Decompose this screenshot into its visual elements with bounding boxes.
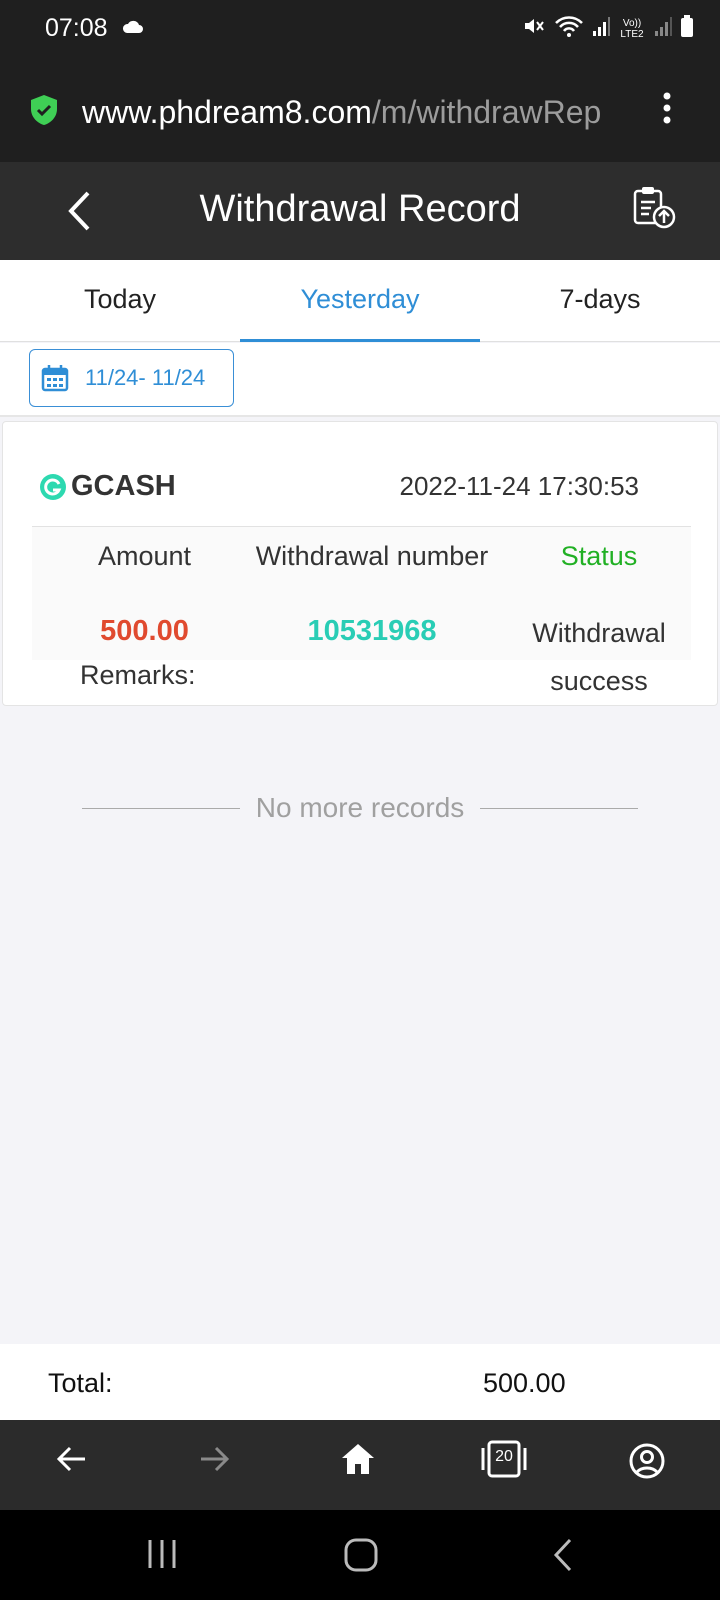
page-title: Withdrawal Record	[199, 188, 521, 230]
tab-yesterday[interactable]: Yesterday	[240, 260, 480, 342]
browser-url-bar: www.phdream8.com/m/withdrawRep	[0, 58, 720, 162]
shield-check-icon	[30, 94, 58, 131]
system-nav-bar	[0, 1510, 720, 1600]
home-button-icon[interactable]	[344, 1538, 378, 1577]
divider-right	[480, 807, 639, 809]
payment-method: GCASH	[39, 470, 176, 503]
tab-count: 20	[495, 1448, 513, 1465]
network-type-label: Vo)) LTE2	[620, 17, 644, 40]
payment-method-name: GCASH	[71, 470, 176, 502]
status-value-line2: success	[550, 666, 648, 696]
back-button-icon[interactable]	[552, 1538, 576, 1577]
calendar-icon	[41, 365, 69, 392]
tabs-icon[interactable]: 20	[481, 1440, 527, 1483]
tab-7-days[interactable]: 7-days	[480, 260, 720, 341]
status-time: 07:08	[45, 14, 108, 42]
status-value: Withdrawal success	[507, 609, 691, 705]
clipboard-upload-icon[interactable]	[632, 186, 678, 235]
status-bar: 07:08 Vo)) LTE2	[0, 0, 720, 58]
status-header: Status	[560, 541, 638, 571]
browser-menu-icon[interactable]	[662, 92, 672, 129]
date-filter-row: 11/24- 11/24	[0, 343, 720, 417]
date-range-text: 11/24- 11/24	[85, 365, 206, 390]
wifi-icon	[554, 14, 584, 43]
recent-apps-icon[interactable]	[146, 1538, 178, 1575]
signal-icon	[592, 15, 610, 42]
status-value-line1: Withdrawal	[532, 618, 666, 648]
remarks-label: Remarks:	[80, 660, 196, 690]
withdrawal-number-value: 10531968	[307, 615, 437, 647]
tab-today[interactable]: Today	[0, 260, 240, 341]
battery-icon	[680, 14, 694, 43]
record-datetime: 2022-11-24 17:30:53	[399, 471, 640, 501]
divider-left	[82, 807, 240, 809]
gcash-icon	[40, 473, 66, 500]
date-range-button[interactable]: 11/24- 11/24	[29, 349, 234, 407]
mute-icon	[522, 14, 546, 43]
url-field[interactable]: www.phdream8.com/m/withdrawRep	[82, 94, 637, 131]
account-icon[interactable]	[628, 1442, 666, 1485]
total-value: 500.00	[483, 1368, 566, 1398]
forward-icon[interactable]	[197, 1442, 231, 1481]
page-header: Withdrawal Record	[0, 162, 720, 260]
amount-header: Amount	[97, 541, 192, 571]
url-host: www.phdream8.com	[82, 94, 372, 130]
no-more-records-text: No more records	[255, 792, 465, 823]
back-icon[interactable]	[55, 1442, 89, 1481]
home-icon[interactable]	[340, 1442, 376, 1481]
period-tabs: Today Yesterday 7-days	[0, 260, 720, 342]
browser-nav-bar: 20	[0, 1420, 720, 1510]
record-details: Amount Withdrawal number Status 500.00 1…	[32, 526, 691, 696]
total-bar: Total: 500.00	[0, 1344, 720, 1420]
amount-value: 500.00	[100, 615, 189, 647]
cloud-icon	[122, 18, 144, 39]
no-more-records: No more records	[82, 790, 639, 826]
withdrawal-number-header: Withdrawal number	[255, 541, 489, 571]
total-label: Total:	[48, 1368, 113, 1398]
url-path: /m/withdrawRep	[371, 94, 602, 130]
withdrawal-record-card[interactable]: GCASH 2022-11-24 17:30:53 Amount Withdra…	[2, 421, 718, 706]
signal-icon-2	[654, 15, 672, 42]
